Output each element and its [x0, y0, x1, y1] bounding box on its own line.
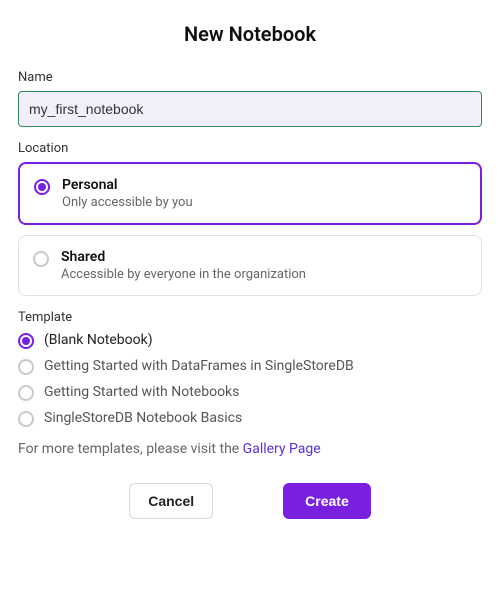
template-list: (Blank Notebook) Getting Started with Da…: [18, 331, 482, 427]
gallery-page-link[interactable]: Gallery Page: [243, 441, 321, 457]
location-option-shared[interactable]: Shared Accessible by everyone in the org…: [18, 235, 482, 296]
dialog-footer: Cancel Create: [18, 483, 482, 519]
template-option-dataframes[interactable]: Getting Started with DataFrames in Singl…: [18, 357, 482, 375]
template-option-basics[interactable]: SingleStoreDB Notebook Basics: [18, 409, 482, 427]
location-title: Personal: [62, 177, 193, 193]
template-option-label: Getting Started with Notebooks: [44, 384, 239, 400]
radio-icon: [34, 179, 50, 195]
template-option-getting-started[interactable]: Getting Started with Notebooks: [18, 383, 482, 401]
name-input[interactable]: [18, 91, 482, 127]
template-option-label: SingleStoreDB Notebook Basics: [44, 410, 242, 426]
radio-icon: [18, 359, 34, 375]
name-label: Name: [18, 70, 482, 85]
location-label: Location: [18, 141, 482, 156]
dialog-title: New Notebook: [18, 22, 482, 46]
location-text: Personal Only accessible by you: [62, 177, 193, 210]
radio-icon: [33, 251, 49, 267]
radio-icon: [18, 385, 34, 401]
template-option-label: Getting Started with DataFrames in Singl…: [44, 358, 354, 374]
template-option-label: (Blank Notebook): [44, 332, 153, 348]
create-button[interactable]: Create: [283, 483, 371, 519]
template-more-hint: For more templates, please visit the Gal…: [18, 441, 482, 457]
location-text: Shared Accessible by everyone in the org…: [61, 249, 306, 282]
radio-icon: [18, 333, 34, 349]
cancel-button[interactable]: Cancel: [129, 483, 213, 519]
template-label: Template: [18, 310, 482, 325]
template-more-text: For more templates, please visit the: [18, 441, 243, 457]
radio-icon: [18, 411, 34, 427]
location-group: Personal Only accessible by you Shared A…: [18, 162, 482, 296]
location-title: Shared: [61, 249, 306, 265]
location-desc: Only accessible by you: [62, 195, 193, 210]
location-desc: Accessible by everyone in the organizati…: [61, 267, 306, 282]
template-option-blank[interactable]: (Blank Notebook): [18, 331, 482, 349]
location-option-personal[interactable]: Personal Only accessible by you: [18, 162, 482, 225]
